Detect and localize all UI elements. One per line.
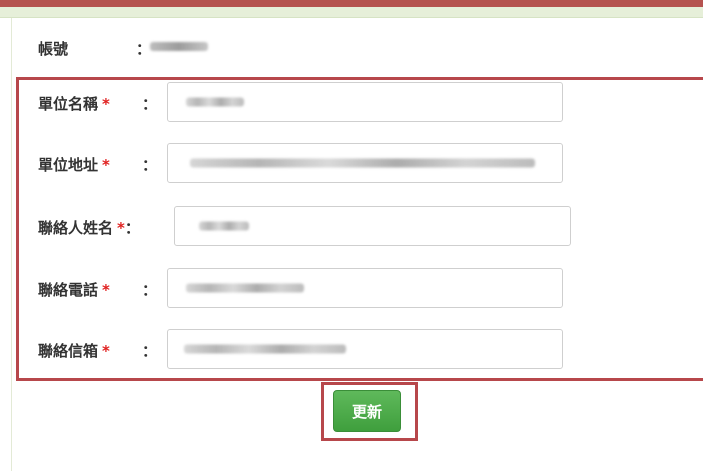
- field-label: 聯絡信箱: [38, 342, 99, 360]
- redacted-value: [184, 344, 346, 354]
- field-colon: ：: [142, 95, 158, 113]
- required-asterisk: *: [102, 280, 110, 299]
- update-button[interactable]: 更新: [333, 390, 401, 432]
- unit-name-input[interactable]: [167, 82, 563, 122]
- account-colon: ：: [136, 40, 152, 58]
- field-label: 單位地址: [38, 156, 99, 174]
- header-band: [0, 7, 703, 18]
- required-asterisk: *: [102, 155, 110, 174]
- account-colon-wrap: ：: [136, 38, 151, 59]
- left-divider: [11, 18, 12, 471]
- field-label: 單位名稱: [38, 95, 99, 113]
- field-colon: ：: [142, 281, 158, 299]
- field-colon: ：: [142, 342, 158, 360]
- contact-email-input[interactable]: [167, 329, 563, 369]
- field-unit-name-label-wrap: 單位名稱 *: [38, 93, 110, 114]
- account-value-redacted: [150, 42, 208, 51]
- field-colon-wrap: ：: [142, 154, 157, 175]
- account-label: 帳號: [38, 40, 69, 58]
- field-contact-name-label-wrap: 聯絡人姓名 * ：: [38, 217, 140, 238]
- field-colon: ：: [124, 219, 140, 237]
- field-colon-wrap: ：: [142, 340, 157, 361]
- field-colon-wrap: ：: [142, 279, 157, 300]
- field-label: 聯絡人姓名: [38, 219, 114, 237]
- field-unit-address-label-wrap: 單位地址 *: [38, 154, 110, 175]
- account-row: 帳號: [38, 38, 68, 59]
- required-asterisk: *: [102, 94, 110, 113]
- unit-address-input[interactable]: [167, 143, 563, 183]
- redacted-value: [190, 158, 535, 168]
- field-contact-phone-label-wrap: 聯絡電話 *: [38, 279, 110, 300]
- redacted-value: [199, 221, 249, 231]
- redacted-value: [186, 97, 244, 107]
- field-colon-wrap: ：: [142, 93, 157, 114]
- contact-name-input[interactable]: [174, 206, 571, 246]
- contact-phone-input[interactable]: [167, 268, 563, 308]
- redacted-value: [186, 283, 304, 293]
- field-colon: ：: [142, 156, 158, 174]
- required-asterisk: *: [102, 341, 110, 360]
- top-accent-bar: [0, 0, 703, 7]
- field-label: 聯絡電話: [38, 281, 99, 299]
- required-asterisk: *: [117, 218, 125, 237]
- field-contact-email-label-wrap: 聯絡信箱 *: [38, 340, 110, 361]
